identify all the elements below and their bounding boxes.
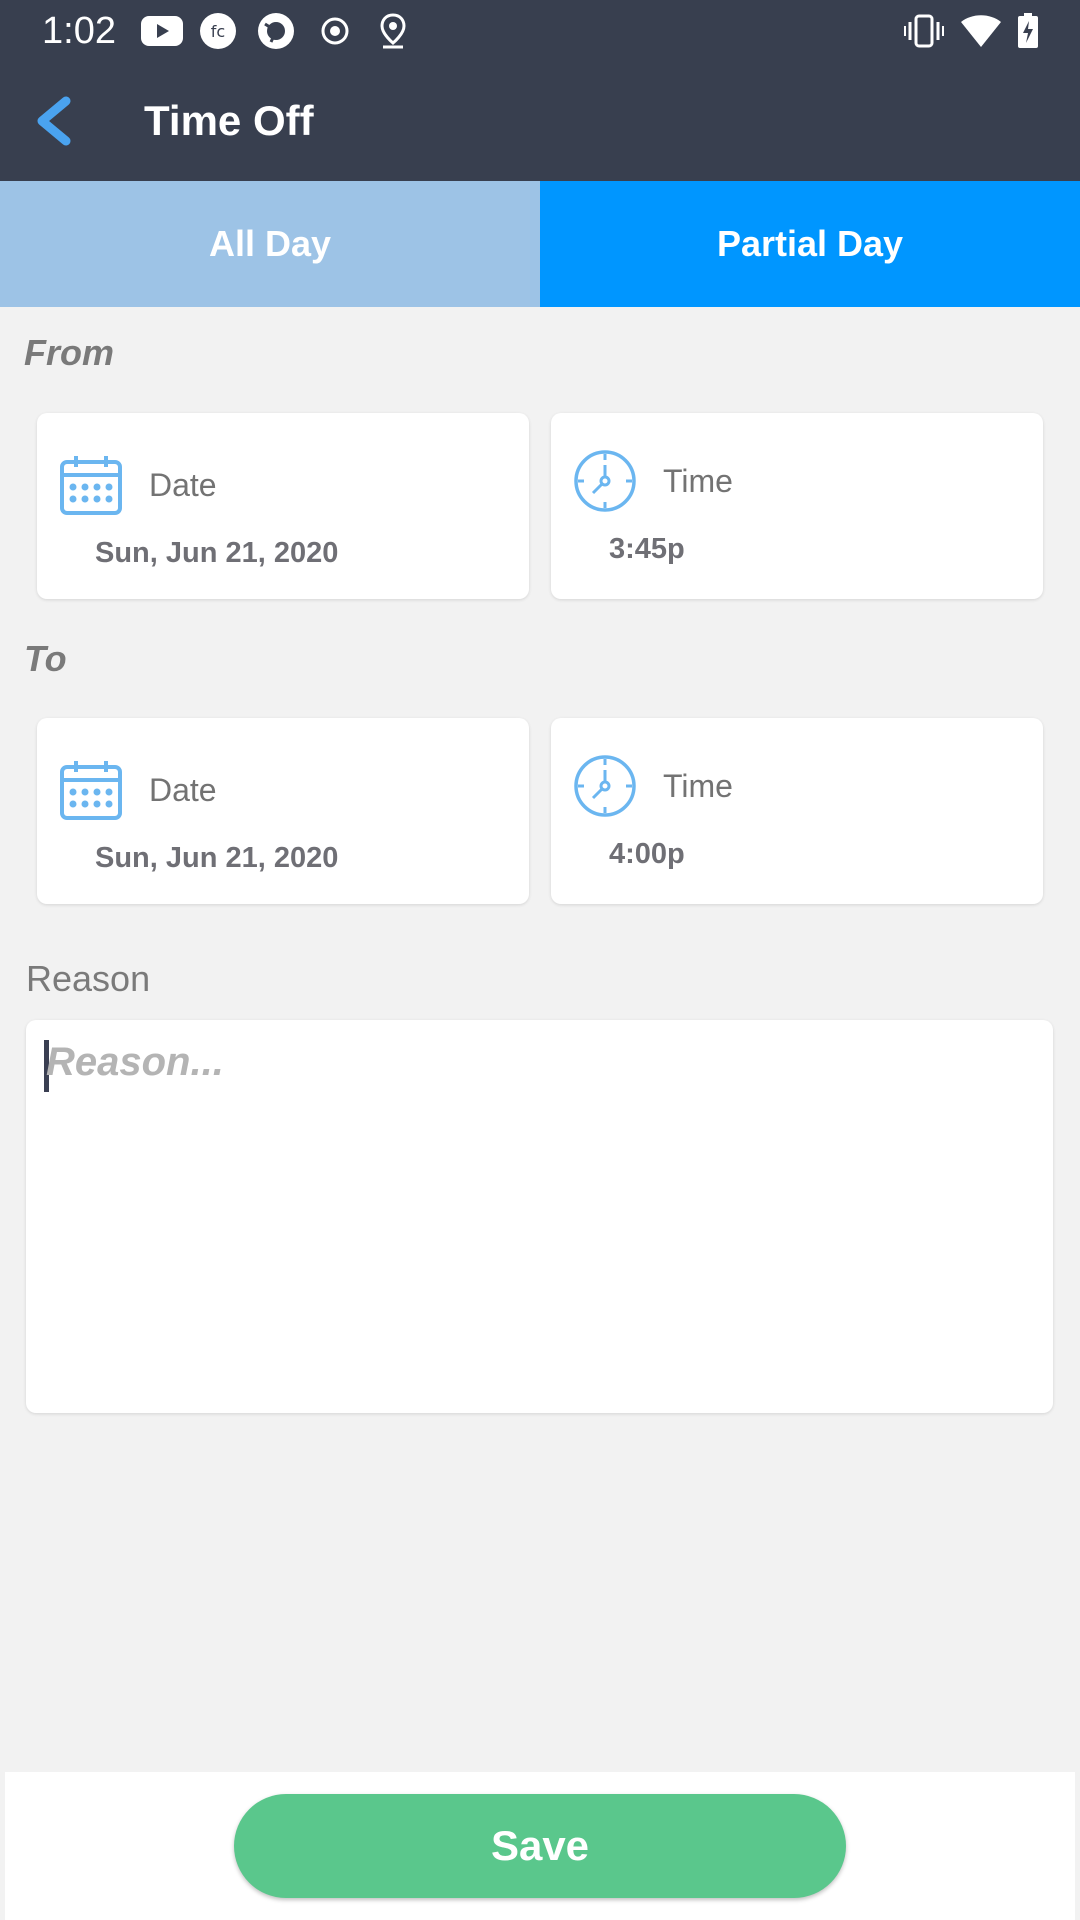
vibrate-icon: [904, 12, 944, 50]
to-time-value: 4:00p: [609, 838, 685, 870]
calendar-icon: [59, 453, 123, 517]
clock-icon: [573, 754, 637, 818]
reason-input[interactable]: Reason...: [26, 1020, 1053, 1413]
camera-app-icon: [256, 12, 296, 50]
reason-label: Reason: [26, 958, 151, 999]
from-label: From: [24, 332, 114, 373]
battery-charging-icon: [1016, 12, 1040, 50]
record-icon: [318, 12, 352, 50]
from-time-label: Time: [663, 463, 733, 499]
tab-all-day[interactable]: All Day: [0, 181, 540, 307]
save-button[interactable]: Save: [234, 1794, 846, 1898]
to-date-label: Date: [149, 772, 217, 808]
tab-partial-day[interactable]: Partial Day: [540, 181, 1080, 307]
from-date-value: Sun, Jun 21, 2020: [95, 537, 339, 569]
from-date-picker[interactable]: Date Sun, Jun 21, 2020: [37, 413, 529, 599]
status-time: 1:02: [42, 10, 116, 52]
app-bar: Time Off: [0, 63, 1080, 181]
chevron-left-icon: [37, 96, 71, 146]
from-date-label: Date: [149, 467, 217, 503]
wifi-icon: [960, 12, 1002, 50]
to-time-label: Time: [663, 768, 733, 804]
page-title: Time Off: [144, 97, 314, 144]
location-icon: [378, 12, 408, 50]
calendar-icon: [59, 758, 123, 822]
to-label: To: [24, 638, 67, 679]
to-date-value: Sun, Jun 21, 2020: [95, 842, 339, 874]
reason-placeholder: Reason...: [46, 1040, 224, 1084]
from-time-value: 3:45p: [609, 533, 685, 565]
day-type-tabs: All Day Partial Day: [0, 181, 1080, 307]
back-button[interactable]: [30, 93, 80, 149]
fc-app-icon: fc: [198, 12, 238, 50]
to-time-picker[interactable]: Time 4:00p: [551, 718, 1043, 904]
youtube-icon: [140, 12, 184, 50]
clock-icon: [573, 449, 637, 513]
to-date-picker[interactable]: Date Sun, Jun 21, 2020: [37, 718, 529, 904]
status-bar: 1:02 fc: [0, 0, 1080, 63]
svg-text:fc: fc: [211, 22, 225, 41]
from-time-picker[interactable]: Time 3:45p: [551, 413, 1043, 599]
